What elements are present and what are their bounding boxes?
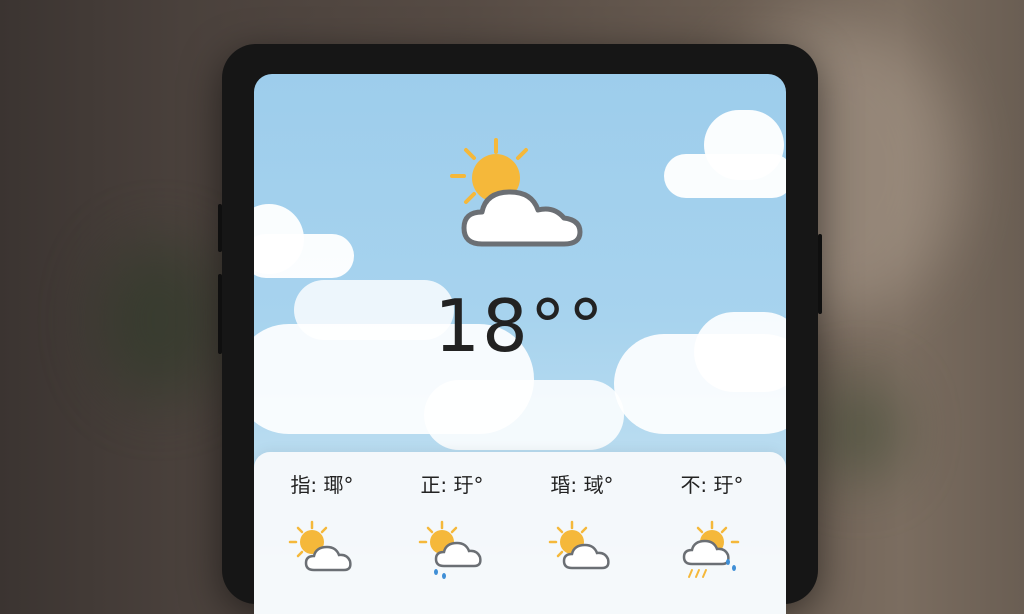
forecast-label: 琘: 琙° — [550, 473, 614, 497]
background-plant — [100, 240, 220, 400]
partly-cloudy-icon — [288, 520, 352, 572]
current-temperature: 18°° — [434, 284, 606, 368]
forecast-item[interactable]: 指: 瑘° — [262, 470, 382, 580]
forecast-label: 正: 玗° — [420, 473, 484, 497]
forecast-item[interactable]: 不: 玗° — [652, 470, 772, 580]
forecast-label: 指: 瑘° — [290, 473, 354, 497]
partly-cloudy-icon — [548, 520, 610, 570]
partly-cloudy-rain-icon — [418, 520, 482, 579]
phone-device: 18°° 指: 瑘° 正: 玗° 琘: 琙° 不: 玗° — [218, 44, 822, 614]
side-button — [818, 234, 822, 314]
weather-screen: 18°° 指: 瑘° 正: 玗° 琘: 琙° 不: 玗° — [254, 74, 786, 614]
forecast-item[interactable]: 琘: 琙° — [522, 470, 642, 580]
forecast-label: 不: 玗° — [680, 473, 744, 497]
partly-cloudy-rain-icon — [682, 520, 740, 578]
background-plant — [820, 380, 900, 480]
sky-cloud — [424, 380, 624, 450]
forecast-panel: 指: 瑘° 正: 玗° 琘: 琙° 不: 玗° — [254, 452, 786, 614]
forecast-item[interactable]: 正: 玗° — [392, 470, 512, 580]
partly-cloudy-icon — [450, 138, 583, 247]
side-button — [218, 204, 222, 252]
sky-cloud — [704, 110, 784, 180]
side-button — [218, 274, 222, 354]
